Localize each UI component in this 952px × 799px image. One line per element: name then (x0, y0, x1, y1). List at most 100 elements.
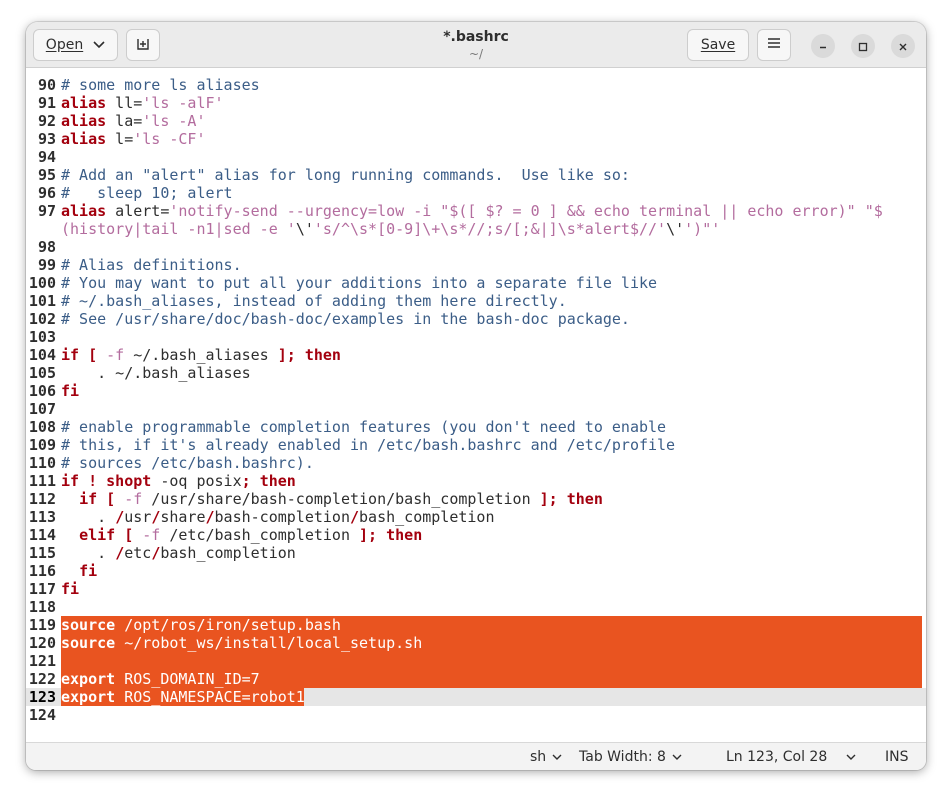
open-button[interactable]: Open (33, 29, 118, 61)
code-token: # See /usr/share/doc/bash-doc/examples i… (61, 310, 630, 328)
code-line[interactable]: 93 alias l='ls -CF' (26, 130, 926, 148)
maximize-icon (858, 37, 868, 56)
code-line[interactable]: 108 # enable programmable completion feat… (26, 418, 926, 436)
code-text: . /usr/share/bash-completion/bash_comple… (61, 508, 494, 526)
code-token: # some more ls aliases (61, 76, 260, 94)
code-text: elif [ -f /etc/bash_completion ]; then (61, 526, 422, 544)
code-token: # You may want to put all your additions… (61, 274, 658, 292)
code-line[interactable]: 96 # sleep 10; alert (26, 184, 926, 202)
line-number: 104 (28, 346, 56, 364)
code-token: source (61, 634, 116, 652)
code-editor[interactable]: 89#export GCC_COLORS='error=01;31:warnin… (26, 69, 926, 741)
code-text: # sleep 10; alert (61, 184, 233, 202)
cursor-position-label: Ln 123, Col 28 (726, 749, 828, 765)
code-line[interactable]: 122 export ROS_DOMAIN_ID=7 (26, 670, 926, 688)
code-line[interactable]: (history|tail -n1|sed -e '\''s/^\s*[0-9]… (26, 220, 926, 238)
main-menu-button[interactable] (757, 29, 791, 61)
code-line[interactable]: 109 # this, if it's already enabled in /e… (26, 436, 926, 454)
code-line[interactable]: 114 elif [ -f /etc/bash_completion ]; th… (26, 526, 926, 544)
minimize-icon (818, 37, 828, 56)
code-text: # See /usr/share/doc/bash-doc/examples i… (61, 310, 630, 328)
code-line[interactable]: 121 (26, 652, 926, 670)
line-number: 93 (37, 130, 56, 148)
tab-width-selector[interactable]: Tab Width: 8 (579, 748, 682, 766)
code-line[interactable]: 118 (26, 598, 926, 616)
insert-mode-indicator[interactable]: INS (885, 748, 909, 766)
cursor-position-dropdown[interactable] (846, 748, 856, 766)
code-line[interactable]: 90 # some more ls aliases (26, 76, 926, 94)
code-line[interactable]: 91 alias ll='ls -alF' (26, 94, 926, 112)
code-token: # enable programmable completion feature… (61, 418, 667, 436)
code-token: ]; (539, 490, 558, 508)
language-selector[interactable]: sh (530, 748, 562, 766)
code-token: usr (124, 508, 152, 526)
chevron-down-icon (846, 748, 856, 766)
code-token: /etc/bash_completion (160, 526, 360, 544)
code-line[interactable]: 98 (26, 238, 926, 256)
code-line[interactable]: 105 . ~/.bash_aliases (26, 364, 926, 382)
code-token: (history|tail -n1|sed -e ' (61, 220, 296, 238)
code-text: if [ -f /usr/share/bash-completion/bash_… (61, 490, 603, 508)
line-number: 92 (37, 112, 56, 130)
code-line[interactable]: 116 fi (26, 562, 926, 580)
code-line[interactable]: 113 . /usr/share/bash-completion/bash_co… (26, 508, 926, 526)
code-token: alert= (106, 202, 170, 220)
code-line[interactable]: 117 fi (26, 580, 926, 598)
code-text: # this, if it's already enabled in /etc/… (61, 436, 675, 454)
code-token: export (61, 688, 116, 706)
code-token: ROS_NAMESPACE=robot1 (115, 688, 305, 706)
minimize-button[interactable] (811, 34, 835, 58)
code-token: if [ (79, 490, 116, 508)
code-line[interactable]: 103 (26, 328, 926, 346)
code-text: alias la='ls -A' (61, 112, 206, 130)
code-token: # Alias definitions. (61, 256, 242, 274)
line-number: 116 (28, 562, 56, 580)
code-line[interactable]: 123 export ROS_NAMESPACE=robot1 (26, 688, 926, 706)
save-button-label: Save (700, 37, 736, 53)
code-line[interactable]: 106 fi (26, 382, 926, 400)
code-token: etc (124, 544, 152, 562)
code-text: . ~/.bash_aliases (61, 364, 251, 382)
code-line[interactable]: 99 # Alias definitions. (26, 256, 926, 274)
code-line[interactable]: 104 if [ -f ~/.bash_aliases ]; then (26, 346, 926, 364)
window-subtitle: ~/ (468, 47, 484, 61)
code-line[interactable]: 95 # Add an "alert" alias for long runnin… (26, 166, 926, 184)
line-number: 113 (28, 508, 56, 526)
code-text: (history|tail -n1|sed -e '\''s/^\s*[0-9]… (61, 220, 720, 238)
code-token: -f (142, 526, 161, 544)
line-number: 110 (28, 454, 56, 472)
code-line[interactable]: 124 (26, 706, 926, 724)
code-line[interactable]: 110 # sources /etc/bash.bashrc). (26, 454, 926, 472)
code-token: 'notify-send --urgency=low -i "$([ $? = … (169, 202, 883, 220)
code-line[interactable]: 92 alias la='ls -A' (26, 112, 926, 130)
code-line[interactable]: 111 if ! shopt -oq posix; then (26, 472, 926, 490)
code-line[interactable]: 112 if [ -f /usr/share/bash-completion/b… (26, 490, 926, 508)
line-number: 90 (37, 76, 56, 94)
new-tab-button[interactable] (126, 29, 160, 61)
line-number: 114 (28, 526, 56, 544)
code-line[interactable]: 102 # See /usr/share/doc/bash-doc/example… (26, 310, 926, 328)
code-line[interactable]: 115 . /etc/bash_completion (26, 544, 926, 562)
code-line[interactable]: 120 source ~/robot_ws/install/local_setup… (26, 634, 926, 652)
chevron-down-icon (672, 748, 682, 766)
code-token: if ! (61, 472, 98, 490)
code-line[interactable]: 97 alias alert='notify-send --urgency=low… (26, 202, 926, 220)
code-line[interactable]: 101 # ~/.bash_aliases, instead of adding … (26, 292, 926, 310)
code-text: # some more ls aliases (61, 76, 260, 94)
selection-highlight (61, 652, 922, 670)
line-number: 105 (28, 364, 56, 382)
code-line[interactable]: 100 # You may want to put all your additi… (26, 274, 926, 292)
code-line[interactable]: 94 (26, 148, 926, 166)
save-button[interactable]: Save (687, 29, 749, 61)
code-line[interactable]: 107 (26, 400, 926, 418)
cursor-position[interactable]: Ln 123, Col 28 (726, 748, 827, 766)
maximize-button[interactable] (851, 34, 875, 58)
line-number: 106 (28, 382, 56, 400)
close-button[interactable] (891, 34, 915, 58)
code-line[interactable]: 119 source /opt/ros/iron/setup.bash (26, 616, 926, 634)
status-bar: sh Tab Width: 8 Ln 123, Col 28 INS (26, 742, 926, 770)
